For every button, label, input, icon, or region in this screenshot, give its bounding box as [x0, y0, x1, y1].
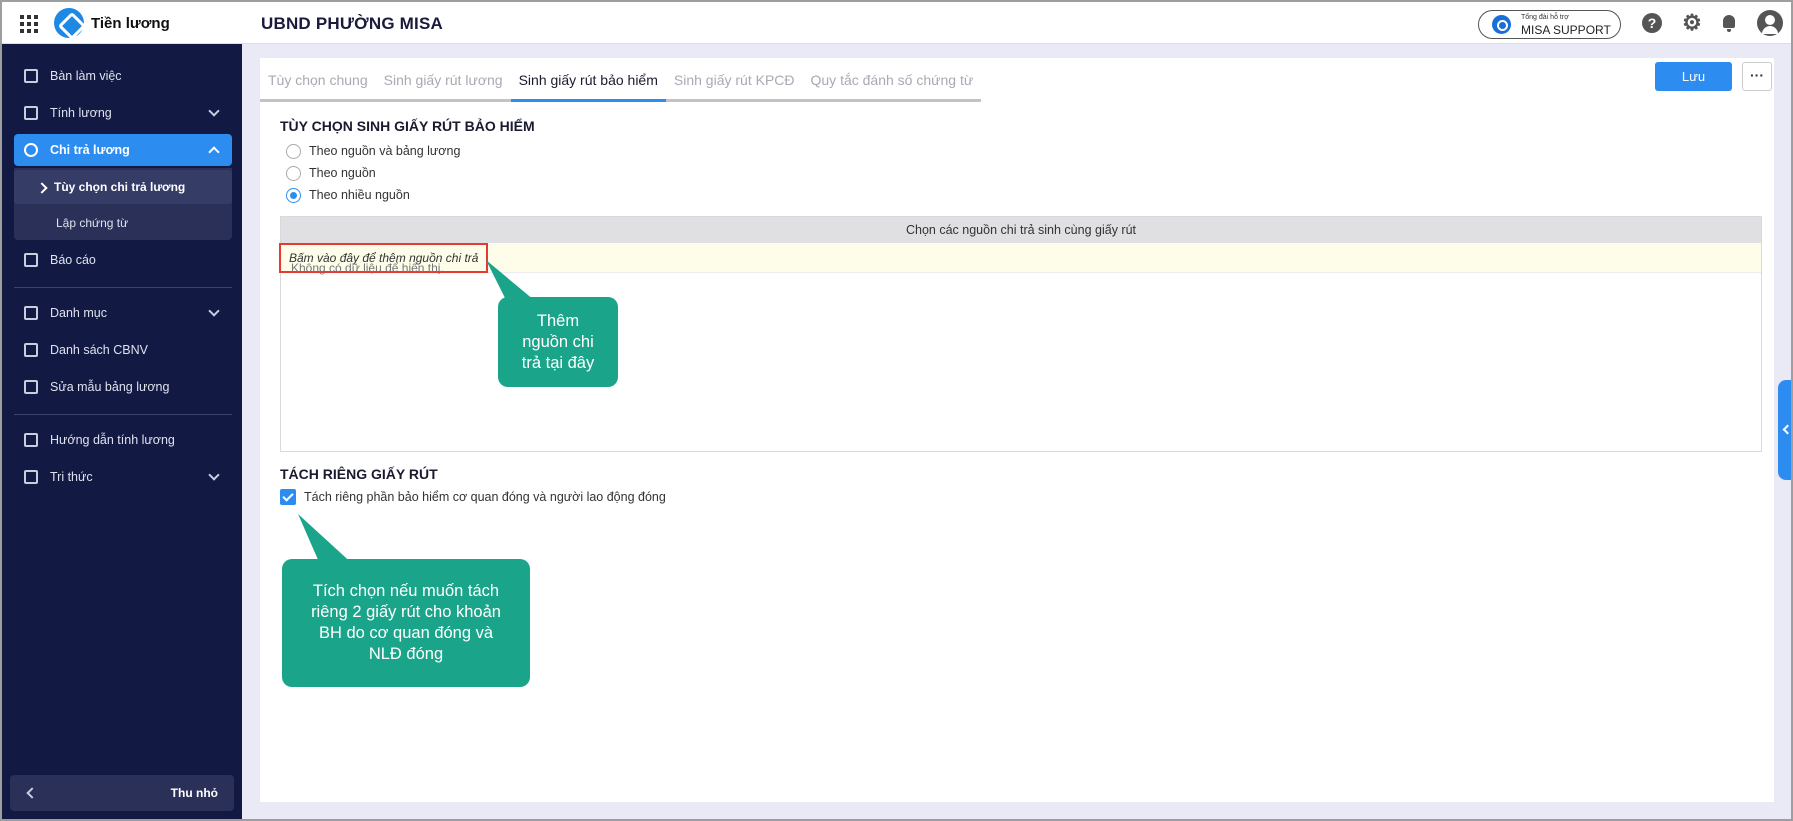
chevron-down-icon: [208, 105, 220, 117]
sidebar-item-label: Tri thức: [50, 470, 93, 484]
callout-separate-withdrawal: Tích chọn nếu muốn tách riêng 2 giấy rút…: [282, 559, 530, 687]
insurance-section-title: TÙY CHỌN SINH GIẤY RÚT BẢO HIỂM: [280, 118, 535, 134]
sidebar-item-label: Chi trả lương: [50, 143, 130, 157]
checkbox-label: Tách riêng phần bảo hiểm cơ quan đóng và…: [304, 490, 666, 504]
radio-option-multiple-sources[interactable]: Theo nhiều nguồn: [286, 186, 410, 204]
sidebar-item-label: Hướng dẫn tính lương: [50, 433, 175, 447]
app-logo: [54, 8, 84, 38]
help-icon[interactable]: ?: [1642, 13, 1662, 33]
sidebar-item-catalog[interactable]: Danh mục: [14, 297, 232, 329]
sidebar-item-label: Danh sách CBNV: [50, 343, 148, 357]
chevron-up-icon: [208, 146, 220, 158]
guide-icon: [24, 433, 38, 447]
sidebar-subitem-label: Tùy chọn chi trả lương: [54, 180, 186, 194]
tab-voucher-numbering[interactable]: Quy tắc đánh số chứng từ: [803, 62, 982, 99]
support-caption: Tổng đài hỗ trợ: [1521, 14, 1569, 21]
knowledge-icon: [24, 470, 38, 484]
employee-icon: [24, 343, 38, 357]
separate-section-title: TÁCH RIÊNG GIẤY RÚT: [280, 466, 438, 482]
sidebar-item-dashboard[interactable]: Bàn làm việc: [14, 60, 232, 92]
radio-label: Theo nhiều nguồn: [309, 188, 410, 202]
sidebar-item-label: Sửa mẫu bảng lương: [50, 380, 170, 394]
sidebar-item-label: Danh mục: [50, 306, 107, 320]
more-options-button[interactable]: ···: [1742, 62, 1772, 91]
template-icon: [24, 380, 38, 394]
sidebar-subitem-payment-options[interactable]: Tùy chọn chi trả lương: [14, 170, 232, 204]
sidebar-submenu: Tùy chọn chi trả lương Lập chứng từ: [14, 168, 232, 240]
sidebar-item-label: Tính lương: [50, 106, 112, 120]
report-icon: [24, 253, 38, 267]
sidebar-divider: [14, 287, 232, 288]
sidebar-item-label: Báo cáo: [50, 253, 96, 267]
list-icon: [24, 306, 38, 320]
support-label: MISA SUPPORT: [1521, 23, 1611, 37]
radio-option-source[interactable]: Theo nguồn: [286, 164, 376, 182]
sidebar-item-label: Bàn làm việc: [50, 69, 122, 83]
radio-label: Theo nguồn: [309, 166, 376, 180]
avatar-icon[interactable]: [1757, 10, 1783, 36]
sidebar-item-guide[interactable]: Hướng dẫn tính lương: [14, 424, 232, 456]
sidebar-item-edit-template[interactable]: Sửa mẫu bảng lương: [14, 371, 232, 403]
sidebar-divider: [14, 414, 232, 415]
main-panel: Tùy chọn chung Sinh giấy rút lương Sinh …: [260, 58, 1774, 802]
dashboard-icon: [24, 69, 38, 83]
sidebar-subitem-label: Lập chứng từ: [56, 216, 129, 230]
collapse-label: Thu nhỏ: [170, 786, 218, 800]
collapse-sidebar-button[interactable]: Thu nhỏ: [10, 775, 234, 811]
tab-bar: Tùy chọn chung Sinh giấy rút lương Sinh …: [260, 62, 982, 102]
radio-button[interactable]: [286, 143, 301, 159]
sidebar-item-employees[interactable]: Danh sách CBNV: [14, 334, 232, 366]
hand-money-icon: [24, 143, 38, 157]
grid-header: Chọn các nguồn chi trả sinh cùng giấy rú…: [281, 217, 1761, 243]
tab-union-fee-withdrawal[interactable]: Sinh giấy rút KPCĐ: [666, 62, 803, 99]
sidebar-item-knowledge[interactable]: Tri thức: [14, 461, 232, 493]
support-button[interactable]: Tổng đài hỗ trợ MISA SUPPORT: [1478, 10, 1621, 39]
app-name: Tiền lương: [91, 15, 170, 32]
side-panel-toggle[interactable]: [1778, 380, 1791, 480]
chevron-left-icon: [26, 787, 38, 799]
tab-general-options[interactable]: Tùy chọn chung: [260, 62, 376, 99]
wallet-icon: [24, 106, 38, 120]
radio-button[interactable]: [286, 187, 301, 203]
sidebar-subitem-create-voucher[interactable]: Lập chứng từ: [14, 206, 232, 240]
separate-insurance-option[interactable]: Tách riêng phần bảo hiểm cơ quan đóng và…: [280, 489, 666, 505]
radio-button[interactable]: [286, 165, 301, 181]
bell-icon[interactable]: [1719, 13, 1739, 33]
top-bar: Tiền lương UBND PHƯỜNG MISA Tổng đài hỗ …: [2, 2, 1791, 44]
phone-icon: [1492, 15, 1511, 34]
radio-label: Theo nguồn và bảng lương: [309, 144, 461, 158]
grid-empty-message: Không có dữ liệu để hiển thị.: [291, 261, 444, 275]
app-window: Tiền lương UBND PHƯỜNG MISA Tổng đài hỗ …: [0, 0, 1793, 821]
tab-insurance-withdrawal[interactable]: Sinh giấy rút bảo hiểm: [510, 62, 667, 102]
tab-salary-withdrawal[interactable]: Sinh giấy rút lương: [376, 62, 511, 99]
chevron-down-icon: [208, 305, 220, 317]
separate-insurance-checkbox[interactable]: [280, 489, 296, 505]
app-grid-icon[interactable]: [20, 15, 38, 33]
organization-title: UBND PHƯỜNG MISA: [261, 14, 443, 33]
callout-add-source: Thêm nguồn chi trả tại đây: [498, 297, 618, 387]
sidebar-item-reports[interactable]: Báo cáo: [14, 244, 232, 276]
gear-icon[interactable]: ⚙: [1682, 12, 1702, 34]
sidebar: Bàn làm việc Tính lương Chi trả lương Tù…: [2, 44, 242, 819]
sidebar-item-payroll[interactable]: Tính lương: [14, 97, 232, 129]
chevron-down-icon: [208, 469, 220, 481]
sidebar-item-salary-payment[interactable]: Chi trả lương: [14, 134, 232, 166]
radio-option-source-and-payroll[interactable]: Theo nguồn và bảng lương: [286, 142, 460, 160]
save-button[interactable]: Lưu: [1655, 62, 1732, 91]
